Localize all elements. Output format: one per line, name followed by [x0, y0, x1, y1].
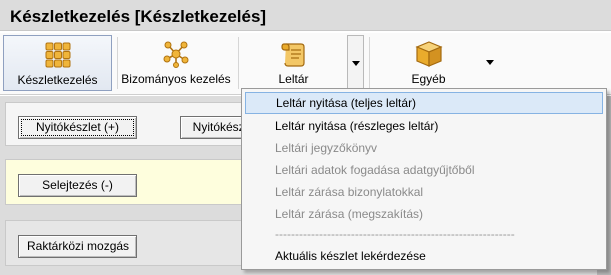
warehouse-transfer-button[interactable]: Raktárközi mozgás: [18, 235, 137, 258]
ribbon-button-egyeb[interactable]: Egyéb: [375, 35, 482, 91]
ribbon-button-label: Egyéb: [411, 72, 446, 86]
menu-item-open-full-inventory[interactable]: Leltár nyitása (teljes leltár): [245, 92, 603, 114]
divider: [238, 37, 239, 89]
box-icon: [414, 41, 443, 67]
scrap-button[interactable]: Selejtezés (-): [18, 174, 137, 197]
scroll-icon: [280, 43, 305, 67]
egyeb-dropdown-arrow[interactable]: [482, 35, 499, 91]
network-icon: [163, 41, 189, 68]
menu-item-receive-collector-data: Leltári adatok fogadása adatgyűjtőből: [275, 163, 475, 177]
menu-item-close-abort: Leltár zárása (megszakítás): [275, 207, 424, 221]
ribbon-button-bizomanyos[interactable]: Bizományos kezelés: [118, 35, 234, 91]
grid-icon: [45, 42, 70, 68]
title-bar: Készletkezelés [Készletkezelés]: [0, 0, 611, 31]
leltar-dropdown-menu: Leltár nyitása (teljes leltár) Leltár ny…: [241, 88, 607, 270]
ribbon-button-keszletkezeles[interactable]: Készletkezelés: [3, 35, 112, 91]
menu-item-close-with-documents: Leltár zárása bizonylatokkal: [275, 185, 424, 199]
opening-stock-plus-button[interactable]: Nyitókészlet (+): [18, 116, 137, 139]
menu-separator: ----------------------------------------…: [275, 227, 515, 241]
ribbon-button-leltar[interactable]: Leltár: [240, 35, 347, 91]
menu-item-current-stock-query[interactable]: Aktuális készlet lekérdezése: [245, 245, 603, 267]
ribbon-toolbar: Készletkezelés Bizományos kezelés Leltár: [0, 33, 611, 95]
ribbon-button-label: Leltár: [278, 72, 309, 86]
ribbon-button-label: Bizományos kezelés: [121, 72, 231, 86]
divider: [369, 37, 370, 89]
leltar-dropdown-arrow[interactable]: [347, 35, 364, 91]
menu-item-inventory-report: Leltári jegyzőkönyv: [275, 141, 378, 155]
ribbon-button-label: Készletkezelés: [17, 73, 98, 87]
menu-item-open-partial-inventory[interactable]: Leltár nyitása (részleges leltár): [245, 115, 603, 137]
window-title: Készletkezelés [Készletkezelés]: [10, 7, 267, 26]
